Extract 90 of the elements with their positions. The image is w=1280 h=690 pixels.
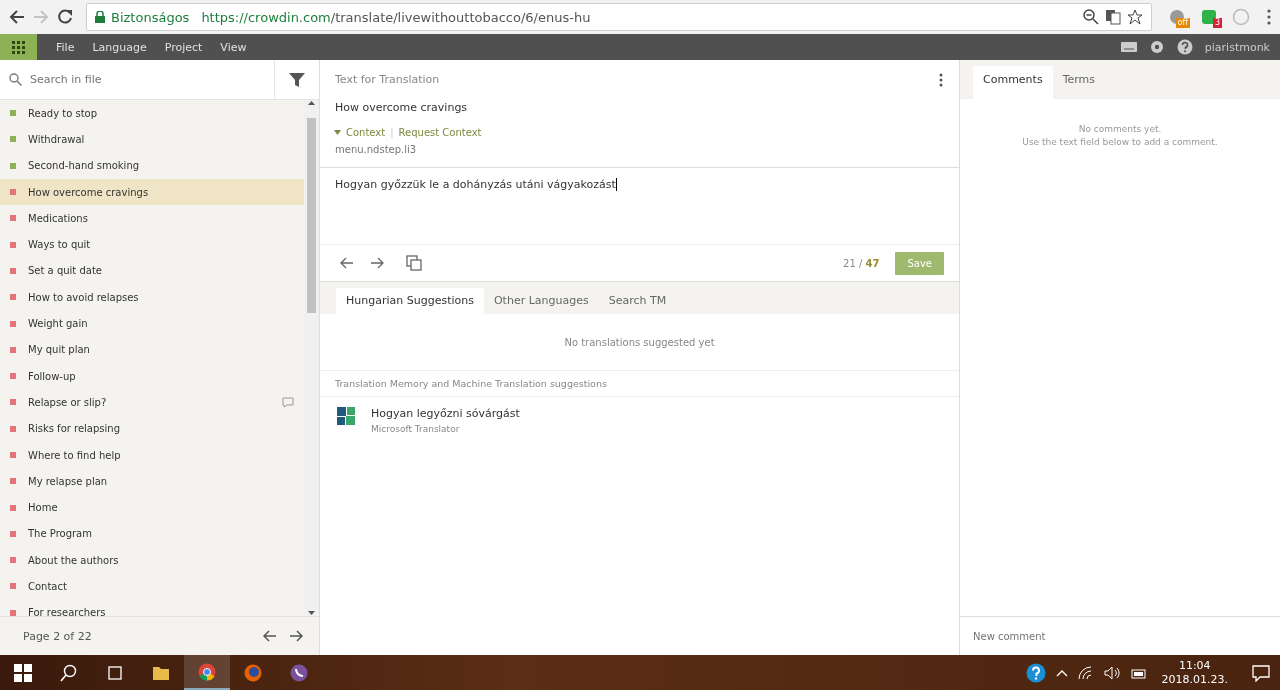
string-key: menu.ndstep.li3 xyxy=(320,138,959,167)
translation-field[interactable]: Hogyan győzzük le a dohányzás utáni vágyakozást xyxy=(320,167,959,245)
address-bar[interactable]: Biztonságos https://crowdin.com/translate/livewithouttobacco/6/enus-hu xyxy=(86,3,1152,31)
url-text: https://crowdin.com/translate/livewithouttobacco/6/enus-hu xyxy=(201,9,591,25)
file-list-item[interactable]: About the authors xyxy=(0,547,304,574)
translate-icon[interactable] xyxy=(1105,9,1121,25)
separator: | xyxy=(390,127,394,138)
empty-message: No translations suggested yet xyxy=(564,336,715,348)
search-icon xyxy=(9,73,22,86)
file-list-item[interactable]: Withdrawal xyxy=(0,126,304,153)
more-icon[interactable] xyxy=(939,72,943,87)
file-list-item[interactable]: Set a quit date xyxy=(0,257,304,285)
search-field[interactable]: Search in file xyxy=(0,60,275,100)
file-list-item[interactable]: Ready to stop xyxy=(0,100,304,127)
file-list-item[interactable]: The Program xyxy=(0,520,304,548)
file-list-item[interactable]: Where to find help xyxy=(0,441,304,469)
caret-icon[interactable] xyxy=(334,130,341,135)
next-string-icon[interactable] xyxy=(370,257,384,269)
wifi-icon[interactable] xyxy=(1077,665,1094,680)
more-icon[interactable] xyxy=(1266,8,1272,26)
clock-date: 2018.01.23. xyxy=(1161,672,1228,687)
speaker-icon[interactable] xyxy=(1103,665,1120,680)
section-header: Translation Memory and Machine Translation suggestions xyxy=(320,371,959,397)
file-list-item[interactable]: My quit plan xyxy=(0,336,304,363)
menu-item[interactable]: Project xyxy=(155,40,212,54)
menu-item[interactable]: View xyxy=(211,40,256,54)
app-grid-button[interactable] xyxy=(0,34,37,60)
username[interactable]: piaristmonk xyxy=(1204,40,1270,54)
previous-string-icon[interactable] xyxy=(340,257,354,269)
scrollbar[interactable] xyxy=(304,100,319,616)
zoom-out-icon[interactable] xyxy=(1083,9,1099,25)
search-icon[interactable] xyxy=(60,663,78,682)
keyboard-icon[interactable] xyxy=(1120,41,1137,53)
request-context-link[interactable]: Request Context xyxy=(398,127,482,138)
filter-icon[interactable] xyxy=(289,71,305,88)
tab[interactable]: Hungarian Suggestions xyxy=(336,288,484,314)
lock-icon xyxy=(95,11,105,23)
progress-counter: 21 / 47 xyxy=(843,257,880,269)
chevron-up-icon[interactable] xyxy=(1055,668,1068,677)
tab[interactable]: Other Languages xyxy=(483,288,599,314)
file-list-item[interactable]: Contact xyxy=(0,573,304,600)
menu-item[interactable]: Language xyxy=(83,40,156,54)
file-list-item[interactable]: Risks for relapsing xyxy=(0,415,304,442)
scroll-down-icon[interactable] xyxy=(308,611,315,616)
file-list-item[interactable]: Ways to quit xyxy=(0,231,304,258)
help-icon[interactable] xyxy=(1025,662,1046,683)
file-list-item[interactable]: Second-hand smoking xyxy=(0,152,304,179)
suggestion-source: Microsoft Translator xyxy=(371,424,461,434)
battery-icon[interactable] xyxy=(1129,666,1146,679)
scrollbar-thumb[interactable] xyxy=(307,118,316,313)
tab[interactable]: Comments xyxy=(973,66,1053,99)
next-page-icon[interactable] xyxy=(289,630,303,642)
context-link[interactable]: Context xyxy=(346,127,386,138)
page-indicator: Page 2 of 22 xyxy=(23,629,93,643)
empty-message: No comments yet. xyxy=(1078,124,1162,134)
previous-page-icon[interactable] xyxy=(263,630,277,642)
file-list-item[interactable]: Home xyxy=(0,494,304,521)
section-header: Text for Translation xyxy=(335,73,441,86)
settings-icon[interactable] xyxy=(1148,39,1165,55)
notification-icon[interactable] xyxy=(1252,663,1270,682)
apps-grid-icon xyxy=(12,40,25,54)
extension-badge: off xyxy=(1175,18,1190,28)
search-input[interactable]: Search in file xyxy=(28,72,274,87)
viber-icon[interactable] xyxy=(290,663,308,682)
file-list-item[interactable]: Weight gain xyxy=(0,310,304,337)
task-view-icon[interactable] xyxy=(106,663,124,682)
reload-icon[interactable] xyxy=(56,8,74,26)
menu-item[interactable]: File xyxy=(47,40,84,54)
tab[interactable]: Terms xyxy=(1052,66,1106,99)
file-list-item[interactable]: Follow-up xyxy=(0,362,304,390)
empty-message: Use the text field below to add a comment. xyxy=(1022,137,1218,147)
security-label: Biztonságos xyxy=(111,9,190,25)
file-list-item[interactable]: For researchers xyxy=(0,599,304,616)
star-icon[interactable] xyxy=(1127,9,1143,25)
file-list-item[interactable]: Medications xyxy=(0,205,304,232)
chrome-icon[interactable] xyxy=(198,662,216,681)
file-list-item[interactable]: My relapse plan xyxy=(0,468,304,495)
tab[interactable]: Search TM xyxy=(598,288,677,314)
suggestion-text[interactable]: Hogyan legyőzni sóvárgást xyxy=(371,407,520,420)
clock-time: 11:04 xyxy=(1177,658,1212,673)
translator-icon xyxy=(337,407,355,425)
file-list-item[interactable]: Relapse or slip? xyxy=(0,389,304,416)
file-list-item[interactable]: How overcome cravings xyxy=(0,178,304,206)
firefox-icon[interactable] xyxy=(244,663,262,682)
back-arrow-icon[interactable] xyxy=(8,8,26,26)
file-list-item[interactable]: How to avoid relapses xyxy=(0,284,304,311)
copy-source-icon[interactable] xyxy=(406,255,422,271)
source-text: How overcome cravings xyxy=(334,100,469,114)
start-icon[interactable] xyxy=(14,663,32,682)
extension-badge: 3 xyxy=(1212,18,1222,28)
